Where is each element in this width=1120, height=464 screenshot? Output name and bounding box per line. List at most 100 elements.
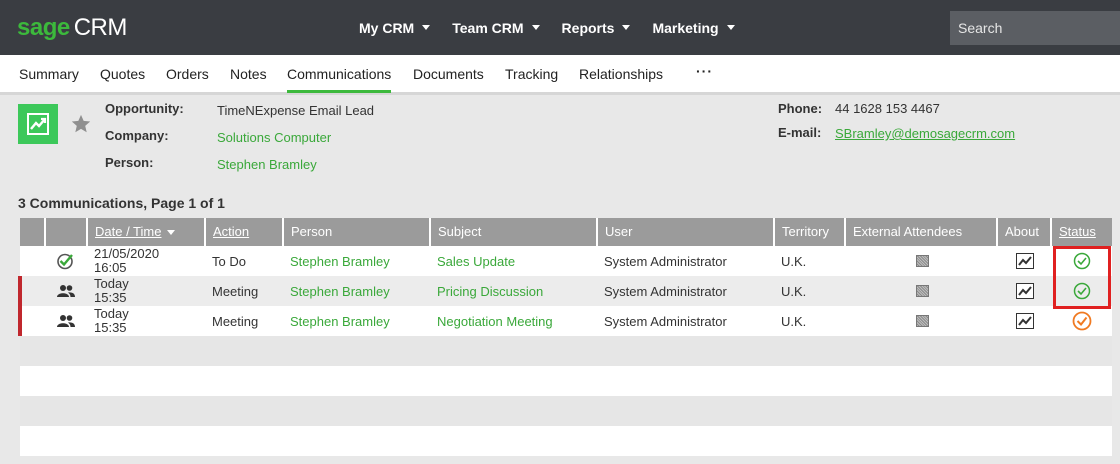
- table-row[interactable]: 21/05/2020 16:05 To Do Stephen Bramley Sa…: [20, 246, 1112, 276]
- person-label: Person:: [105, 155, 154, 170]
- header-type-col: [44, 218, 88, 246]
- nav-team-crm[interactable]: Team CRM: [452, 19, 540, 36]
- nav-team-crm-label: Team CRM: [452, 19, 524, 36]
- external-attendees-icon: [916, 306, 929, 336]
- nav-reports-label: Reports: [561, 19, 615, 36]
- person-link[interactable]: Stephen Bramley: [217, 157, 317, 172]
- row-person-link[interactable]: Stephen Bramley: [290, 276, 390, 306]
- chevron-down-icon: [531, 25, 540, 30]
- external-attendees-icon: [916, 246, 929, 276]
- chevron-down-icon: [422, 25, 431, 30]
- status-pending-icon: [1072, 306, 1092, 336]
- row-time: 16:05: [94, 260, 127, 275]
- people-icon: [56, 276, 76, 306]
- email-link[interactable]: SBramley@demosagecrm.com: [835, 126, 1015, 141]
- nav-marketing[interactable]: Marketing: [652, 19, 735, 36]
- status-complete-icon: [1073, 276, 1091, 306]
- row-territory: U.K.: [781, 283, 807, 299]
- phone-value: 44 1628 153 4467: [835, 101, 940, 116]
- tab-orders[interactable]: Orders: [166, 66, 209, 82]
- opportunity-icon: [18, 104, 58, 144]
- header-date-time[interactable]: Date / Time: [86, 218, 204, 246]
- about-chart-icon[interactable]: [1016, 246, 1034, 276]
- nav-my-crm[interactable]: My CRM: [359, 19, 431, 36]
- about-chart-icon[interactable]: [1016, 306, 1034, 336]
- header-external-attendees: External Attendees: [844, 218, 996, 246]
- nav-reports[interactable]: Reports: [562, 20, 631, 36]
- about-chart-icon[interactable]: [1016, 276, 1034, 306]
- table-row[interactable]: Today 15:35 Meeting Stephen Bramley Prici…: [18, 276, 1112, 306]
- empty-row: [20, 396, 1112, 426]
- header-territory: Territory: [773, 218, 844, 246]
- logo-sage-text: sage: [17, 14, 70, 41]
- tab-quotes[interactable]: Quotes: [100, 66, 145, 82]
- logo-crm-text: CRM: [73, 14, 128, 41]
- row-subject-link[interactable]: Sales Update: [437, 246, 515, 276]
- row-marker: [18, 276, 22, 306]
- company-link[interactable]: Solutions Computer: [217, 130, 331, 145]
- grid-header: Date / Time Action Person Subject User T…: [20, 218, 1112, 246]
- row-date: 21/05/2020: [94, 246, 160, 261]
- status-complete-icon: [1073, 246, 1091, 276]
- row-subject-link[interactable]: Pricing Discussion: [437, 276, 543, 306]
- external-attendees-icon: [916, 276, 929, 306]
- checked-task-icon: [56, 246, 74, 276]
- tab-bar: Summary Quotes Orders Notes Communicatio…: [0, 55, 1120, 95]
- row-action: Meeting: [212, 283, 259, 299]
- sort-down-icon: [167, 230, 176, 236]
- communications-grid: Date / Time Action Person Subject User T…: [18, 218, 1112, 456]
- tab-notes[interactable]: Notes: [230, 66, 267, 82]
- row-territory: U.K.: [781, 253, 807, 269]
- opportunity-label: Opportunity:: [105, 101, 184, 116]
- row-user: System Administrator: [604, 313, 727, 329]
- nav-marketing-label: Marketing: [652, 19, 719, 36]
- chevron-down-icon: [622, 25, 631, 30]
- table-row[interactable]: Today 15:35 Meeting Stephen Bramley Negot…: [18, 306, 1112, 336]
- header-date-time-label: Date / Time: [95, 224, 162, 239]
- row-time: 15:35: [94, 320, 127, 335]
- tab-summary[interactable]: Summary: [19, 66, 79, 82]
- header-action[interactable]: Action: [204, 218, 282, 246]
- email-label: E-mail:: [778, 125, 822, 140]
- row-user: System Administrator: [604, 283, 727, 299]
- header-marker-col: [20, 218, 44, 246]
- row-person-link[interactable]: Stephen Bramley: [290, 246, 390, 276]
- people-icon: [56, 306, 76, 336]
- row-date: Today: [94, 306, 129, 321]
- row-user: System Administrator: [604, 253, 727, 269]
- header-person: Person: [282, 218, 429, 246]
- row-date-time: Today 15:35: [94, 306, 129, 336]
- header-status[interactable]: Status: [1050, 218, 1112, 246]
- company-label: Company:: [105, 128, 169, 143]
- tab-documents[interactable]: Documents: [413, 66, 484, 82]
- nav-my-crm-label: My CRM: [359, 19, 415, 36]
- row-time: 15:35: [94, 290, 127, 305]
- empty-row: [20, 426, 1112, 456]
- row-action: To Do: [212, 253, 246, 269]
- empty-row: [20, 336, 1112, 366]
- header-user: User: [596, 218, 773, 246]
- top-bar: sage CRM My CRM Team CRM Reports Marketin…: [0, 0, 1120, 55]
- tab-relationships[interactable]: Relationships: [579, 66, 663, 82]
- row-marker: [18, 306, 22, 336]
- sage-crm-logo[interactable]: sage CRM: [17, 14, 127, 42]
- tab-tracking[interactable]: Tracking: [505, 66, 558, 82]
- row-date-time: Today 15:35: [94, 276, 129, 306]
- main-nav: My CRM Team CRM Reports Marketing: [348, 0, 746, 55]
- row-subject-link[interactable]: Negotiation Meeting: [437, 306, 553, 336]
- chevron-down-icon: [726, 25, 735, 30]
- row-territory: U.K.: [781, 313, 807, 329]
- opportunity-value: TimeNExpense Email Lead: [217, 103, 375, 118]
- search-input[interactable]: [950, 11, 1120, 45]
- more-tabs-button[interactable]: ···: [696, 63, 713, 79]
- phone-label: Phone:: [778, 101, 823, 116]
- header-about: About: [996, 218, 1050, 246]
- list-title: 3 Communications, Page 1 of 1: [18, 195, 225, 211]
- favorite-star-icon[interactable]: [70, 113, 92, 138]
- row-date: Today: [94, 276, 129, 291]
- header-subject: Subject: [429, 218, 596, 246]
- row-date-time: 21/05/2020 16:05: [94, 246, 159, 276]
- empty-row: [20, 366, 1112, 396]
- row-person-link[interactable]: Stephen Bramley: [290, 306, 390, 336]
- tab-communications[interactable]: Communications: [287, 66, 392, 93]
